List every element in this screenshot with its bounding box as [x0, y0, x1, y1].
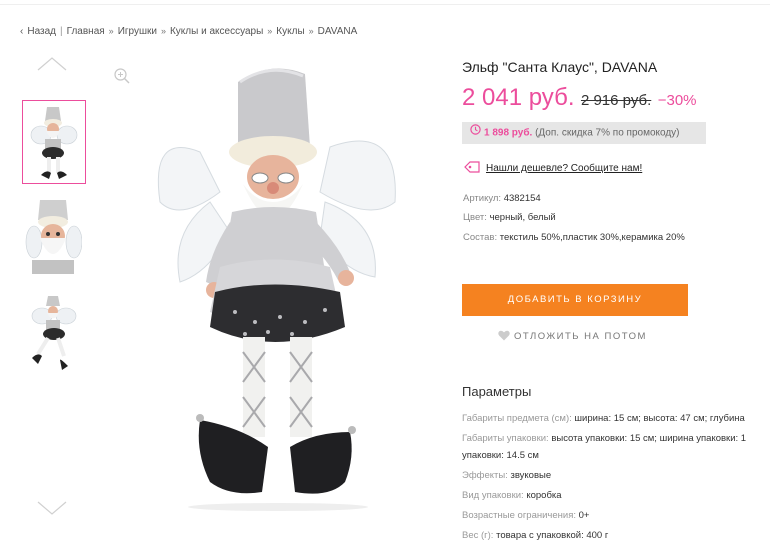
- param-label: Эффекты:: [462, 470, 508, 481]
- promo-note: (Доп. скидка 7% по промокоду): [535, 127, 680, 139]
- heart-icon: [498, 330, 510, 344]
- param-label: Возрастные ограничения:: [462, 510, 576, 521]
- param-value: коробка: [526, 490, 562, 501]
- breadcrumb-separator-icon: »: [160, 26, 166, 36]
- param-effects: Эффекты: звуковые: [462, 470, 551, 481]
- param-item-dimensions: Габариты предмета (см): ширина: 15 см; в…: [462, 413, 745, 424]
- main-product-image[interactable]: [140, 52, 430, 514]
- zoom-icon[interactable]: [113, 67, 131, 85]
- thumbnail-1[interactable]: [22, 100, 86, 184]
- param-label: Вес (г):: [462, 530, 494, 541]
- param-value: высота упаковки: 15 см; ширина упаковки:…: [551, 433, 747, 444]
- price-row: 2 041 руб. 2 916 руб. −30%: [462, 84, 697, 112]
- attribute-value: черный, белый: [489, 212, 556, 223]
- param-label: Габариты упаковки:: [462, 433, 549, 444]
- breadcrumb-item-dolls[interactable]: Куклы: [276, 26, 304, 37]
- param-value: звуковые: [510, 470, 552, 481]
- breadcrumb-separator-icon: »: [108, 26, 114, 36]
- top-divider: [0, 4, 770, 5]
- attribute-composition: Состав: текстиль 50%,пластик 30%,керамик…: [463, 232, 685, 243]
- thumbnails-up-arrow-icon[interactable]: [36, 56, 68, 72]
- param-label: Вид упаковки:: [462, 490, 524, 501]
- thumbnail-3[interactable]: [22, 292, 86, 376]
- param-package-type: Вид упаковки: коробка: [462, 490, 562, 501]
- save-for-later-label: ОТЛОЖИТЬ НА ПОТОМ: [514, 331, 647, 342]
- add-to-cart-button[interactable]: ДОБАВИТЬ В КОРЗИНУ: [462, 284, 688, 316]
- found-cheaper-link[interactable]: Нашли дешевле? Сообщите нам!: [486, 163, 642, 174]
- attribute-value: текстиль 50%,пластик 30%,керамика 20%: [499, 232, 685, 243]
- old-price: 2 916 руб.: [580, 92, 652, 109]
- promo-price-box: 1 898 руб. (Доп. скидка 7% по промокоду): [462, 122, 706, 144]
- product-title: Эльф "Санта Клаус", DAVANA: [462, 59, 658, 75]
- breadcrumb-back[interactable]: Назад: [27, 26, 56, 37]
- param-weight: Вес (г): товара с упаковкой: 400 г: [462, 530, 608, 541]
- attribute-value: 4382154: [503, 193, 541, 204]
- breadcrumb-item-brand[interactable]: DAVANA: [318, 26, 358, 37]
- attribute-color: Цвет: черный, белый: [463, 212, 556, 223]
- param-label: Габариты предмета (см):: [462, 413, 572, 424]
- back-arrow-icon[interactable]: ‹: [20, 26, 23, 37]
- price-tag-icon: [464, 161, 480, 176]
- attribute-label: Состав:: [463, 232, 498, 243]
- discount-badge: −30%: [657, 92, 697, 109]
- breadcrumb-item-home[interactable]: Главная: [67, 26, 105, 37]
- param-value: ширина: 15 см; высота: 47 см; глубина: [574, 413, 745, 424]
- param-value: 0+: [578, 510, 590, 521]
- param-package-dimensions-cont: упаковки: 14.5 см: [462, 450, 539, 461]
- param-value: товара с упаковкой: 400 г: [496, 530, 609, 541]
- attribute-label: Цвет:: [463, 212, 487, 223]
- breadcrumb-separator-icon: »: [267, 26, 273, 36]
- param-value: упаковки: 14.5 см: [462, 450, 539, 461]
- thumbnail-2[interactable]: [22, 196, 86, 280]
- breadcrumb: ‹ Назад | Главная» Игрушки» Куклы и аксессуар…: [20, 26, 357, 37]
- thumbnails-down-arrow-icon[interactable]: [36, 500, 68, 516]
- clock-icon: [470, 122, 481, 144]
- param-package-dimensions: Габариты упаковки: высота упаковки: 15 с…: [462, 433, 746, 444]
- promo-price: 1 898 руб.: [484, 127, 533, 139]
- attribute-sku: Артикул: 4382154: [463, 193, 541, 204]
- attribute-label: Артикул:: [463, 193, 502, 204]
- current-price: 2 041 руб.: [462, 84, 575, 111]
- breadcrumb-separator-icon: »: [308, 26, 314, 36]
- breadcrumb-divider: |: [60, 26, 63, 37]
- param-age-limit: Возрастные ограничения: 0+: [462, 510, 589, 521]
- found-cheaper: Нашли дешевле? Сообщите нам!: [464, 161, 642, 176]
- breadcrumb-item-toys[interactable]: Игрушки: [118, 26, 157, 37]
- save-for-later-button[interactable]: ОТЛОЖИТЬ НА ПОТОМ: [498, 330, 647, 344]
- parameters-title: Параметры: [462, 384, 532, 399]
- breadcrumb-item-dolls-accessories[interactable]: Куклы и аксессуары: [170, 26, 263, 37]
